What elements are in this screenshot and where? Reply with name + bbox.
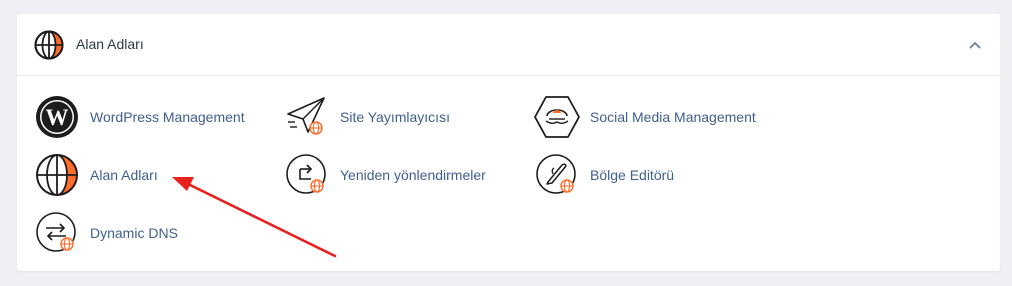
item-dynamic-dns[interactable]: Dynamic DNS <box>34 210 204 256</box>
dynamic-dns-icon <box>36 212 76 252</box>
wordpress-icon: W <box>36 96 78 138</box>
item-social-media-management[interactable]: Social Media Management <box>534 94 784 140</box>
site-publisher-icon <box>287 97 325 135</box>
svg-text:W: W <box>46 105 69 130</box>
item-zone-editor[interactable]: Bölge Editörü <box>534 152 714 198</box>
zone-editor-icon <box>536 154 576 194</box>
item-label: Site Yayımlayıcısı <box>340 109 450 125</box>
globe-icon <box>34 30 64 60</box>
redirect-icon <box>286 154 326 194</box>
item-redirects[interactable]: Yeniden yönlendirmeler <box>284 152 504 198</box>
chevron-up-icon[interactable] <box>968 38 982 52</box>
item-wordpress-management[interactable]: W WordPress Management <box>34 94 264 140</box>
item-label: WordPress Management <box>90 109 245 125</box>
item-site-publisher[interactable]: Site Yayımlayıcısı <box>284 94 484 140</box>
item-label: Bölge Editörü <box>590 167 675 183</box>
item-label: Social Media Management <box>590 109 756 125</box>
section-title: Alan Adları <box>76 36 144 52</box>
item-label: Dynamic DNS <box>90 225 178 241</box>
section-header[interactable]: Alan Adları <box>17 14 1000 76</box>
social-media-icon <box>534 96 580 138</box>
item-domains[interactable]: Alan Adları <box>34 152 194 198</box>
item-label: Yeniden yönlendirmeler <box>340 167 486 183</box>
domains-panel: Alan Adları W WordPress Management Site … <box>17 14 1000 271</box>
item-label: Alan Adları <box>90 167 158 183</box>
globe-icon <box>36 154 78 196</box>
